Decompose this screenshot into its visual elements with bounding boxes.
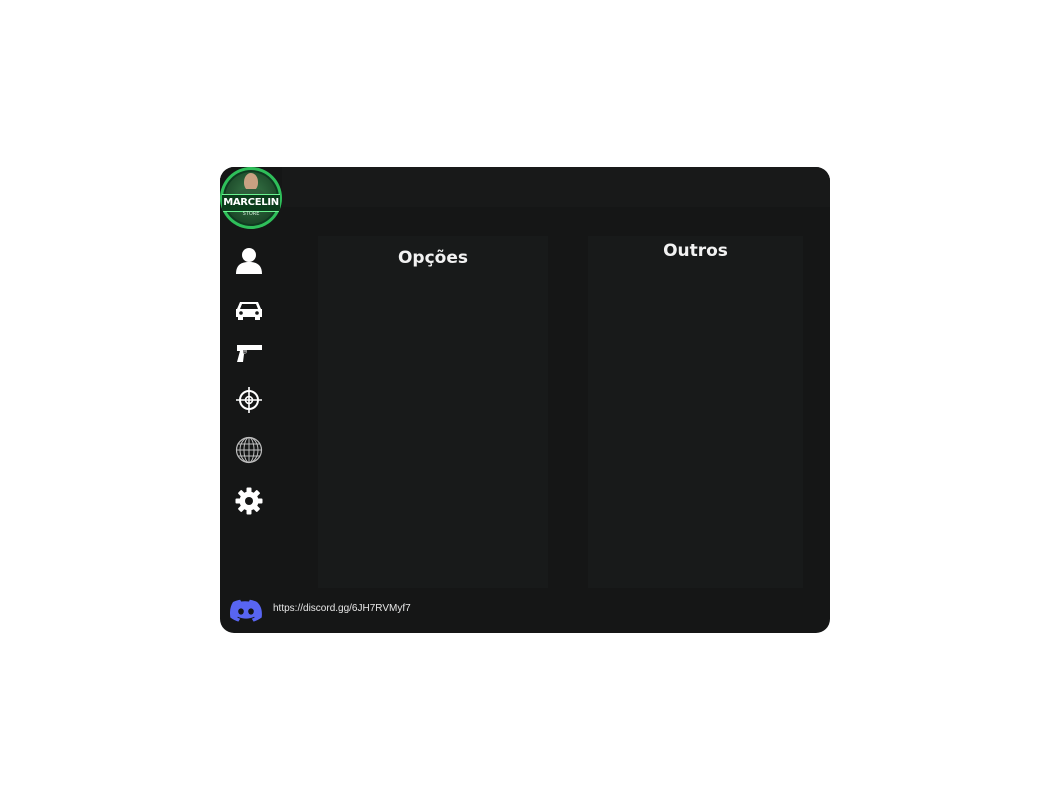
car-icon bbox=[236, 302, 262, 320]
user-icon bbox=[236, 248, 262, 274]
discord-icon[interactable] bbox=[230, 599, 262, 623]
gear-icon bbox=[235, 487, 263, 515]
logo-subtext: STORE bbox=[242, 211, 260, 217]
sidebar-item-world[interactable] bbox=[234, 435, 264, 465]
sidebar-item-settings[interactable] bbox=[234, 486, 264, 516]
crosshair-icon bbox=[236, 387, 262, 413]
brand-logo: MARCELIN STORE bbox=[220, 167, 282, 229]
sidebar-item-player[interactable] bbox=[234, 246, 264, 276]
logo-text: MARCELIN bbox=[222, 194, 280, 212]
menu-window: MARCELIN STORE Opções Outros https://dis… bbox=[220, 167, 830, 633]
others-panel-title: Outros bbox=[663, 241, 728, 261]
discord-link[interactable]: https://discord.gg/6JH7RVMyf7 bbox=[273, 603, 411, 614]
pistol-icon bbox=[237, 345, 262, 362]
sidebar: MARCELIN STORE bbox=[220, 167, 282, 597]
sidebar-item-vehicle[interactable] bbox=[234, 295, 264, 325]
options-panel-title: Opções bbox=[397, 248, 469, 268]
sidebar-item-aim[interactable] bbox=[234, 385, 264, 415]
others-panel: Outros bbox=[588, 236, 803, 588]
options-panel: Opções bbox=[318, 236, 548, 588]
footer: https://discord.gg/6JH7RVMyf7 bbox=[220, 593, 830, 633]
top-bar bbox=[282, 167, 830, 207]
globe-icon bbox=[235, 436, 263, 464]
sidebar-item-weapons[interactable] bbox=[234, 338, 264, 368]
